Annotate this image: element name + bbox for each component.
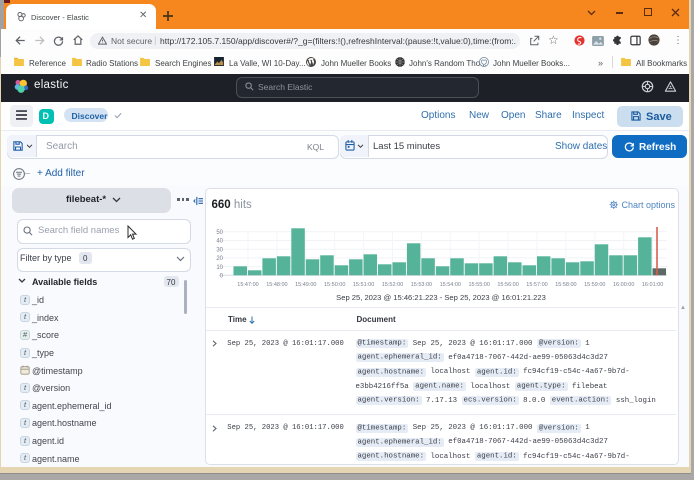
svg-text:10: 10: [216, 265, 223, 271]
svg-text:15:47:00: 15:47:00: [237, 282, 258, 288]
svg-text:15:52:00: 15:52:00: [382, 282, 403, 288]
svg-text:15:57:00: 15:57:00: [526, 282, 547, 288]
svg-text:30: 30: [216, 247, 223, 253]
svg-text:15:48:00: 15:48:00: [266, 282, 287, 288]
svg-text:40: 40: [216, 239, 223, 245]
svg-text:15:53:00: 15:53:00: [411, 282, 432, 288]
svg-text:15:51:00: 15:51:00: [353, 282, 374, 288]
svg-text:15:58:00: 15:58:00: [555, 282, 576, 288]
svg-text:15:56:00: 15:56:00: [497, 282, 518, 288]
svg-text:15:59:00: 15:59:00: [584, 282, 605, 288]
svg-text:15:49:00: 15:49:00: [295, 282, 316, 288]
svg-text:15:54:00: 15:54:00: [440, 282, 461, 288]
svg-text:20: 20: [216, 256, 223, 262]
svg-text:16:01:00: 16:01:00: [642, 282, 663, 288]
svg-text:16:00:00: 16:00:00: [613, 282, 634, 288]
svg-text:0: 0: [220, 274, 224, 280]
svg-text:15:50:00: 15:50:00: [324, 282, 345, 288]
svg-text:15:55:00: 15:55:00: [468, 282, 489, 288]
svg-text:50: 50: [216, 230, 223, 236]
